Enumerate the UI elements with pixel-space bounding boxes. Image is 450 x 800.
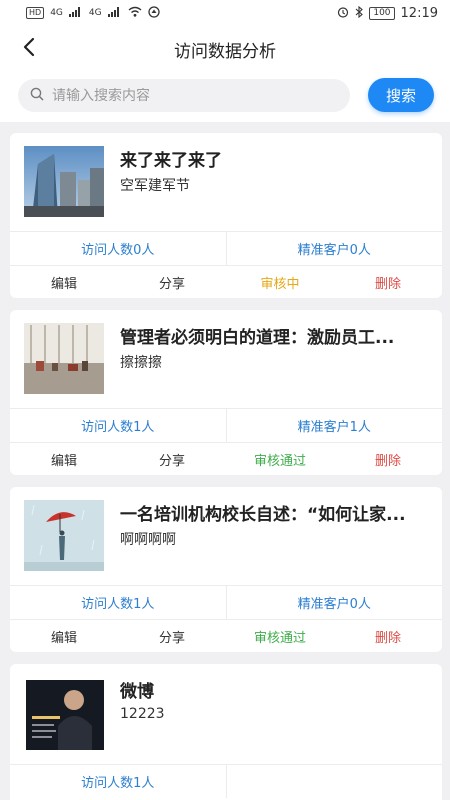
- network-4g-label-2: 4G: [88, 8, 102, 18]
- data-saver-icon: [147, 5, 160, 21]
- article-thumbnail: [24, 146, 104, 217]
- article-subtitle: 空军建军节: [120, 178, 190, 194]
- alarm-icon: [337, 6, 349, 21]
- visitor-count: 访问人数1人: [81, 597, 155, 612]
- visitor-count: 访问人数0人: [81, 243, 155, 258]
- visitor-count: 访问人数1人: [81, 420, 155, 435]
- search-input[interactable]: [52, 87, 332, 104]
- edit-button[interactable]: 编辑: [10, 266, 118, 298]
- article-card[interactable]: 管理者必须明白的道理：激励员工... 擦擦擦 访问人数1人 精准客户1人 编辑 …: [10, 310, 442, 475]
- actions-row: 编辑 分享 审核中 删除: [10, 265, 442, 298]
- nav-bar: 访问数据分析: [0, 26, 450, 72]
- article-subtitle: 12223: [120, 706, 165, 722]
- search-icon: [30, 86, 44, 105]
- article-header[interactable]: 微博 12223: [10, 664, 442, 762]
- status-bar-right: 100 12:19: [337, 5, 438, 21]
- search-box[interactable]: [18, 79, 350, 112]
- edit-button[interactable]: 编辑: [10, 620, 118, 652]
- delete-button[interactable]: 删除: [334, 443, 442, 475]
- status-bar: HD 4G 4G 100 12:19: [0, 0, 450, 26]
- article-thumbnail: [24, 323, 104, 394]
- clock: 12:19: [400, 5, 438, 21]
- share-button[interactable]: 分享: [118, 620, 226, 652]
- share-button[interactable]: 分享: [118, 443, 226, 475]
- precise-customer-count: 精准客户1人: [225, 409, 443, 442]
- search-bar: 搜索: [0, 72, 450, 122]
- back-arrow-icon: [22, 37, 36, 61]
- actions-row: 编辑 分享 审核通过 删除: [10, 442, 442, 475]
- signal-icon: [68, 6, 83, 20]
- review-status: 审核通过: [253, 630, 306, 646]
- precise-customer-count: [225, 765, 443, 798]
- review-status: 审核中: [260, 276, 300, 292]
- article-title: 微博: [120, 682, 154, 702]
- article-thumbnail: [24, 500, 104, 571]
- stats-row: 访问人数1人: [10, 764, 442, 798]
- back-button[interactable]: [14, 34, 44, 64]
- bluetooth-icon: [355, 5, 364, 21]
- article-card[interactable]: 微博 12223 访问人数1人: [10, 664, 442, 800]
- stats-row: 访问人数1人 精准客户1人: [10, 408, 442, 442]
- page-title: 访问数据分析: [174, 41, 276, 62]
- visitor-count: 访问人数1人: [81, 776, 155, 791]
- article-header[interactable]: 管理者必须明白的道理：激励员工... 擦擦擦: [10, 310, 442, 408]
- article-title: 一名培训机构校长自述：“如何让家...: [120, 505, 406, 525]
- article-card[interactable]: 来了来了来了 空军建军节 访问人数0人 精准客户0人 编辑 分享 审核中 删除: [10, 133, 442, 298]
- edit-button[interactable]: 编辑: [10, 443, 118, 475]
- article-thumbnail: [26, 680, 104, 750]
- hd-badge: HD: [26, 7, 45, 19]
- article-subtitle: 擦擦擦: [120, 355, 162, 371]
- delete-button[interactable]: 删除: [334, 620, 442, 652]
- article-subtitle: 啊啊啊啊: [120, 532, 176, 548]
- search-button[interactable]: 搜索: [368, 78, 434, 112]
- article-header[interactable]: 来了来了来了 空军建军节: [10, 133, 442, 231]
- precise-customer-count: 精准客户0人: [225, 232, 443, 265]
- article-header[interactable]: 一名培训机构校长自述：“如何让家... 啊啊啊啊: [10, 487, 442, 585]
- wifi-icon: [128, 6, 142, 20]
- stats-row: 访问人数1人 精准客户0人: [10, 585, 442, 619]
- review-status: 审核通过: [253, 453, 306, 469]
- share-button[interactable]: 分享: [118, 266, 226, 298]
- signal-icon-2: [107, 6, 122, 20]
- article-title: 来了来了来了: [120, 151, 222, 171]
- network-4g-label: 4G: [50, 8, 63, 18]
- article-title: 管理者必须明白的道理：激励员工...: [120, 328, 395, 348]
- stats-row: 访问人数0人 精准客户0人: [10, 231, 442, 265]
- article-card[interactable]: 一名培训机构校长自述：“如何让家... 啊啊啊啊 访问人数1人 精准客户0人 编…: [10, 487, 442, 652]
- battery-indicator: 100: [369, 6, 395, 20]
- actions-row: 编辑 分享 审核通过 删除: [10, 619, 442, 652]
- precise-customer-count: 精准客户0人: [225, 586, 443, 619]
- delete-button[interactable]: 删除: [334, 266, 442, 298]
- status-bar-left: HD 4G 4G: [26, 5, 160, 21]
